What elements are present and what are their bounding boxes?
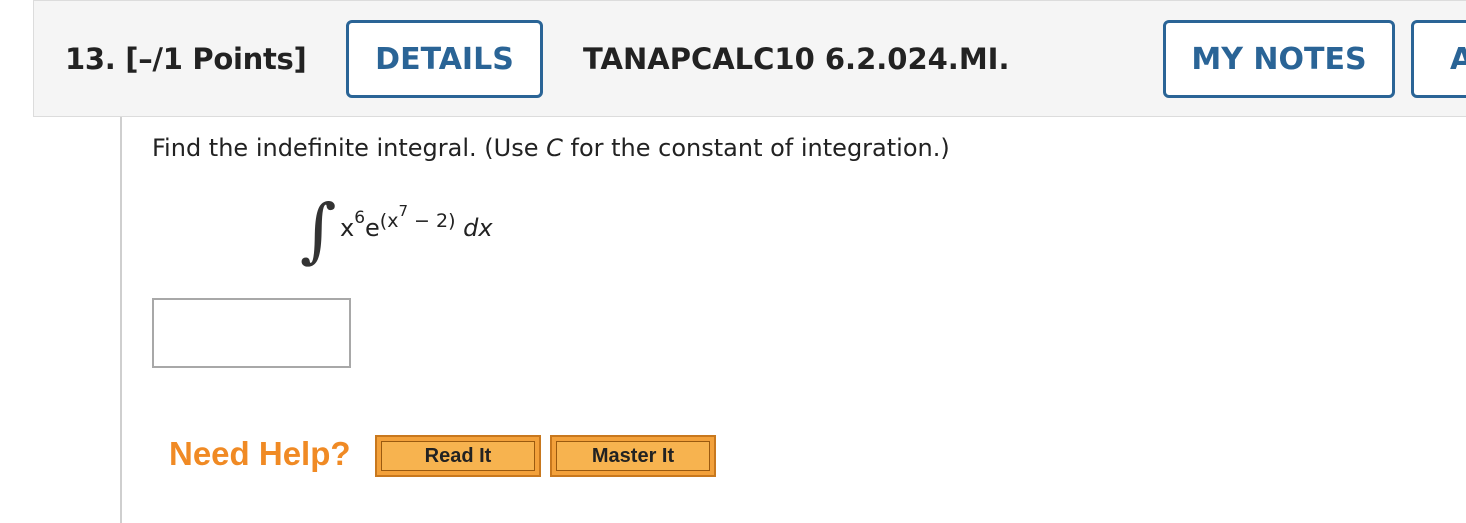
exponent-open: (x	[379, 210, 399, 232]
differential: dx	[463, 214, 493, 242]
details-button[interactable]: DETAILS	[346, 20, 543, 98]
instruction-suffix: for the constant of integration.)	[562, 134, 950, 162]
integral-sign-icon: ∫	[300, 189, 337, 271]
integrand-base: x	[340, 214, 355, 242]
master-it-label: Master It	[556, 441, 710, 471]
integrand-exponent: (x7 − 2)	[379, 202, 456, 232]
content-divider	[120, 117, 122, 523]
integrand-base-power: 6	[354, 208, 366, 228]
answer-input[interactable]	[152, 298, 351, 368]
integral-expression: ∫ x6e(x7 − 2) dx	[300, 190, 560, 280]
my-notes-button[interactable]: MY NOTES	[1163, 20, 1395, 98]
integrand: x6e(x7 − 2) dx	[340, 202, 493, 242]
need-help-label: Need Help?	[169, 435, 351, 472]
integrand-e: e	[365, 214, 380, 242]
master-it-button[interactable]: Master It	[550, 435, 716, 477]
instruction-prefix: Find the indefinite integral. (Use	[152, 134, 547, 162]
problem-id: TANAPCALC10 6.2.024.MI.	[583, 42, 1010, 76]
question-instruction: Find the indefinite integral. (Use C for…	[152, 134, 950, 162]
ask-teacher-button[interactable]: A	[1411, 20, 1466, 98]
read-it-button[interactable]: Read It	[375, 435, 541, 477]
exponent-power: 7	[398, 201, 409, 220]
question-number-points: 13. [–/1 Points]	[65, 42, 307, 76]
read-it-label: Read It	[381, 441, 535, 471]
exponent-rest: − 2)	[408, 210, 456, 232]
instruction-constant-var: C	[546, 134, 563, 162]
